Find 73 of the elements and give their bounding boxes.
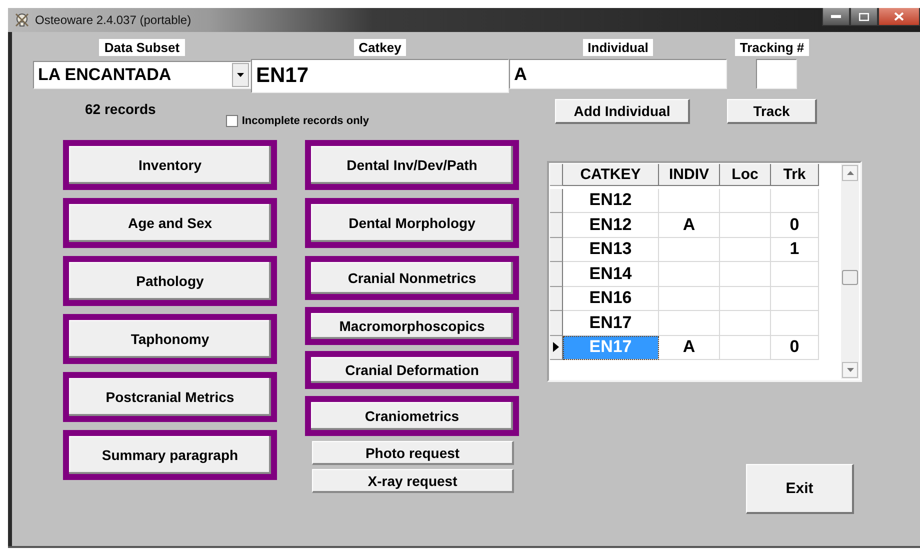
track-button[interactable]: Track	[727, 99, 817, 124]
row-pointer-icon	[553, 342, 559, 352]
table-cell[interactable]: 1	[771, 238, 819, 262]
table-cell[interactable]	[720, 262, 771, 286]
module-button[interactable]: Postcranial Metrics	[63, 372, 277, 422]
row-header[interactable]	[550, 336, 563, 360]
table-cell[interactable]: 0	[771, 336, 819, 360]
up-arrow-icon	[846, 171, 854, 175]
incomplete-records-checkbox[interactable]: Incomplete records only	[226, 115, 369, 127]
module-button[interactable]: Dental Inv/Dev/Path	[305, 140, 519, 190]
data-subset-dropdown[interactable]: LA ENCANTADA	[33, 61, 251, 89]
module-button[interactable]: Macromorphoscopics	[305, 307, 519, 345]
minimize-button[interactable]	[822, 8, 850, 26]
table-cell[interactable]: EN13	[563, 238, 659, 262]
maximize-icon	[859, 12, 869, 20]
table-cell[interactable]	[771, 262, 819, 286]
table-cell[interactable]: EN12	[563, 213, 659, 238]
table-cell[interactable]	[659, 238, 720, 262]
request-button[interactable]: Photo request	[312, 441, 514, 465]
table-cell[interactable]	[720, 286, 771, 311]
scroll-thumb[interactable]	[842, 270, 858, 285]
table-cell[interactable]	[720, 213, 771, 238]
app-icon	[14, 12, 30, 28]
table-cell[interactable]	[659, 286, 720, 311]
individual-field[interactable]: A	[509, 59, 727, 89]
module-button[interactable]: Dental Morphology	[305, 198, 519, 248]
module-button[interactable]: Pathology	[63, 256, 277, 306]
record-count: 62 records	[85, 101, 156, 117]
field-label: Data Subset	[99, 39, 185, 56]
module-button[interactable]: Taphonomy	[63, 314, 277, 364]
table-cell[interactable]: EN16	[563, 286, 659, 311]
table-cell[interactable]: A	[659, 336, 720, 360]
module-button[interactable]: Age and Sex	[63, 198, 277, 248]
table-cell[interactable]: EN12	[563, 188, 659, 213]
close-button[interactable]	[878, 8, 920, 26]
add-individual-button[interactable]: Add Individual	[555, 99, 690, 124]
table-cell[interactable]	[720, 336, 771, 360]
tracking-field[interactable]	[756, 59, 796, 89]
down-arrow-icon	[846, 368, 854, 372]
table-cell[interactable]: EN14	[563, 262, 659, 286]
table-cell[interactable]	[771, 311, 819, 336]
table-cell[interactable]	[771, 286, 819, 311]
table-cell[interactable]	[720, 311, 771, 336]
field-label: Individual	[582, 39, 654, 56]
request-button[interactable]: X-ray request	[312, 469, 514, 493]
maximize-button[interactable]	[850, 8, 878, 26]
table-cell[interactable]: 0	[771, 213, 819, 238]
caret-icon	[237, 73, 244, 77]
scrollbar[interactable]	[841, 164, 859, 379]
column-header[interactable]: CATKEY	[563, 164, 659, 186]
column-header[interactable]: INDIV	[659, 164, 720, 186]
module-button[interactable]: Inventory	[63, 140, 277, 190]
field-label: Tracking #	[734, 39, 810, 56]
table-cell[interactable]	[720, 188, 771, 213]
catkey-field[interactable]: EN17	[251, 59, 509, 93]
table-cell[interactable]	[659, 188, 720, 213]
exit-button[interactable]: Exit	[746, 464, 854, 514]
table-cell[interactable]	[771, 188, 819, 213]
field-label: Catkey	[354, 39, 406, 56]
table-cell[interactable]	[659, 311, 720, 336]
close-icon	[894, 12, 904, 21]
table-cell[interactable]: EN17	[563, 311, 659, 336]
column-header[interactable]: Loc	[720, 164, 771, 186]
module-button[interactable]: Cranial Nonmetrics	[305, 256, 519, 300]
module-button[interactable]: Cranial Deformation	[305, 351, 519, 389]
module-button[interactable]: Craniometrics	[305, 396, 519, 436]
minimize-icon	[831, 14, 841, 18]
module-button[interactable]: Summary paragraph	[63, 430, 277, 480]
table-cell[interactable]: A	[659, 213, 720, 238]
table-cell[interactable]	[659, 262, 720, 286]
table-cell[interactable]	[720, 238, 771, 262]
window-title: Osteoware 2.4.037 (portable)	[35, 13, 192, 27]
column-header[interactable]: Trk	[771, 164, 819, 186]
